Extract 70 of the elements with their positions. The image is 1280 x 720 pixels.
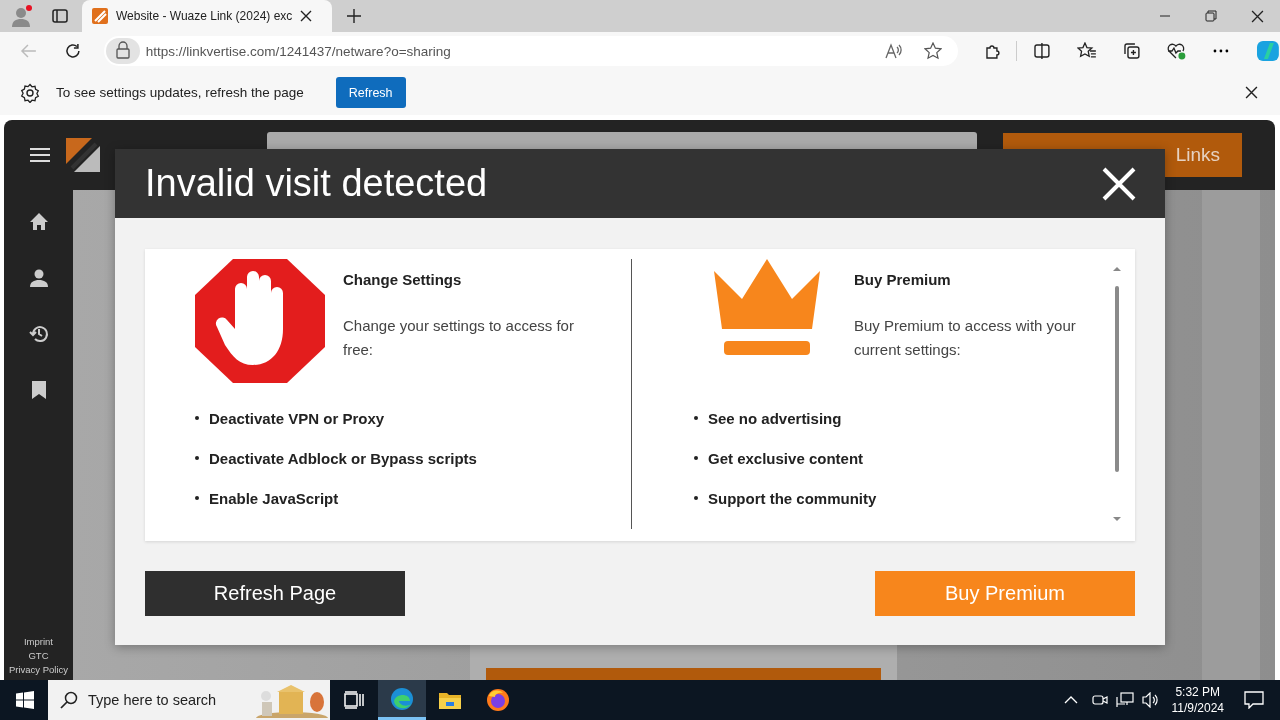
edge-icon xyxy=(390,686,414,711)
refresh-icon[interactable] xyxy=(63,42,82,60)
search-icon xyxy=(60,691,78,709)
bullet-text: Support the community xyxy=(708,489,877,507)
settings-icon xyxy=(20,82,40,103)
bullet-text: Get exclusive content xyxy=(708,449,864,467)
health-icon[interactable] xyxy=(1166,42,1187,60)
bullet-text: Deactivate Adblock or Bypass scripts xyxy=(209,449,477,467)
split-screen-icon[interactable] xyxy=(1032,42,1051,60)
close-icon[interactable] xyxy=(300,10,313,22)
bullet-text: See no advertising xyxy=(708,409,842,427)
option-description: Buy Premium to access with your current settings: xyxy=(854,316,1077,360)
taskbar-search-field[interactable]: Type here to search xyxy=(48,680,330,720)
edge-app-button[interactable] xyxy=(378,680,426,720)
chevron-up-icon[interactable] xyxy=(1063,695,1078,705)
folder-icon xyxy=(438,690,462,710)
info-message: To see settings updates, refresh the page xyxy=(56,85,304,100)
browser-tab[interactable]: Website - Wuaze Link (2024) exc xyxy=(82,0,332,32)
option-heading: Change Settings xyxy=(343,271,463,288)
bullet-text: Enable JavaScript xyxy=(209,489,339,507)
menu-icon[interactable] xyxy=(30,147,50,163)
bullet-icon xyxy=(195,496,199,500)
task-view-icon xyxy=(344,691,364,709)
site-logo-icon xyxy=(92,8,108,24)
close-icon[interactable] xyxy=(1251,9,1264,23)
camera-icon[interactable] xyxy=(1091,692,1108,708)
site-logo-icon[interactable] xyxy=(66,138,100,172)
scrollbar[interactable] xyxy=(1112,264,1122,524)
star-icon[interactable] xyxy=(923,42,942,60)
bullet-icon xyxy=(195,416,199,420)
volume-icon[interactable] xyxy=(1141,692,1160,708)
extensions-icon[interactable] xyxy=(983,42,1002,60)
home-icon[interactable] xyxy=(28,212,49,232)
copilot-icon[interactable] xyxy=(1256,39,1280,63)
windows-icon[interactable] xyxy=(16,691,34,709)
new-tab-icon[interactable] xyxy=(346,8,362,24)
stop-hand-icon xyxy=(195,259,325,383)
bullet-text: Deactivate VPN or Proxy xyxy=(209,409,385,427)
refresh-button[interactable]: Refresh xyxy=(335,77,406,108)
refresh-page-button[interactable]: Refresh Page xyxy=(145,571,405,616)
notification-icon[interactable] xyxy=(1244,691,1264,709)
lock-icon[interactable] xyxy=(105,38,140,64)
favorites-icon[interactable] xyxy=(1076,42,1097,60)
url-text: https://linkvertise.com/1241437/netware?o=sharing xyxy=(145,43,451,59)
bullet-icon xyxy=(694,416,698,420)
user-icon[interactable] xyxy=(28,268,49,288)
bullet-icon xyxy=(195,456,199,460)
restore-icon[interactable] xyxy=(1205,10,1217,22)
clock-time[interactable]: 5:32 PM xyxy=(1175,685,1221,699)
bullet-icon xyxy=(694,456,698,460)
network-icon[interactable] xyxy=(1115,692,1134,708)
read-aloud-icon[interactable] xyxy=(883,42,902,60)
clock-date[interactable]: 11/9/2024 xyxy=(1171,701,1224,715)
bookmark-icon[interactable] xyxy=(30,380,47,400)
footer-link[interactable]: Privacy Policy xyxy=(8,664,69,675)
profile-icon[interactable] xyxy=(10,4,34,28)
footer-link[interactable]: Imprint xyxy=(23,636,53,647)
close-icon[interactable] xyxy=(1245,86,1258,99)
option-description: Change your settings to access for free: xyxy=(343,316,575,360)
address-bar[interactable]: https://linkvertise.com/1241437/netware?o=sharing xyxy=(103,36,958,66)
option-heading: Buy Premium xyxy=(854,271,952,288)
bullet-icon xyxy=(694,496,698,500)
tab-title: Website - Wuaze Link (2024) exc xyxy=(116,9,293,23)
collections-icon[interactable] xyxy=(1122,42,1141,60)
firefox-icon xyxy=(486,688,510,712)
footer-link[interactable]: GTC xyxy=(28,650,49,661)
tab-actions-icon[interactable] xyxy=(52,8,68,24)
history-icon[interactable] xyxy=(28,324,49,344)
modal-title: Invalid visit detected xyxy=(145,162,488,205)
crown-icon xyxy=(712,259,822,357)
